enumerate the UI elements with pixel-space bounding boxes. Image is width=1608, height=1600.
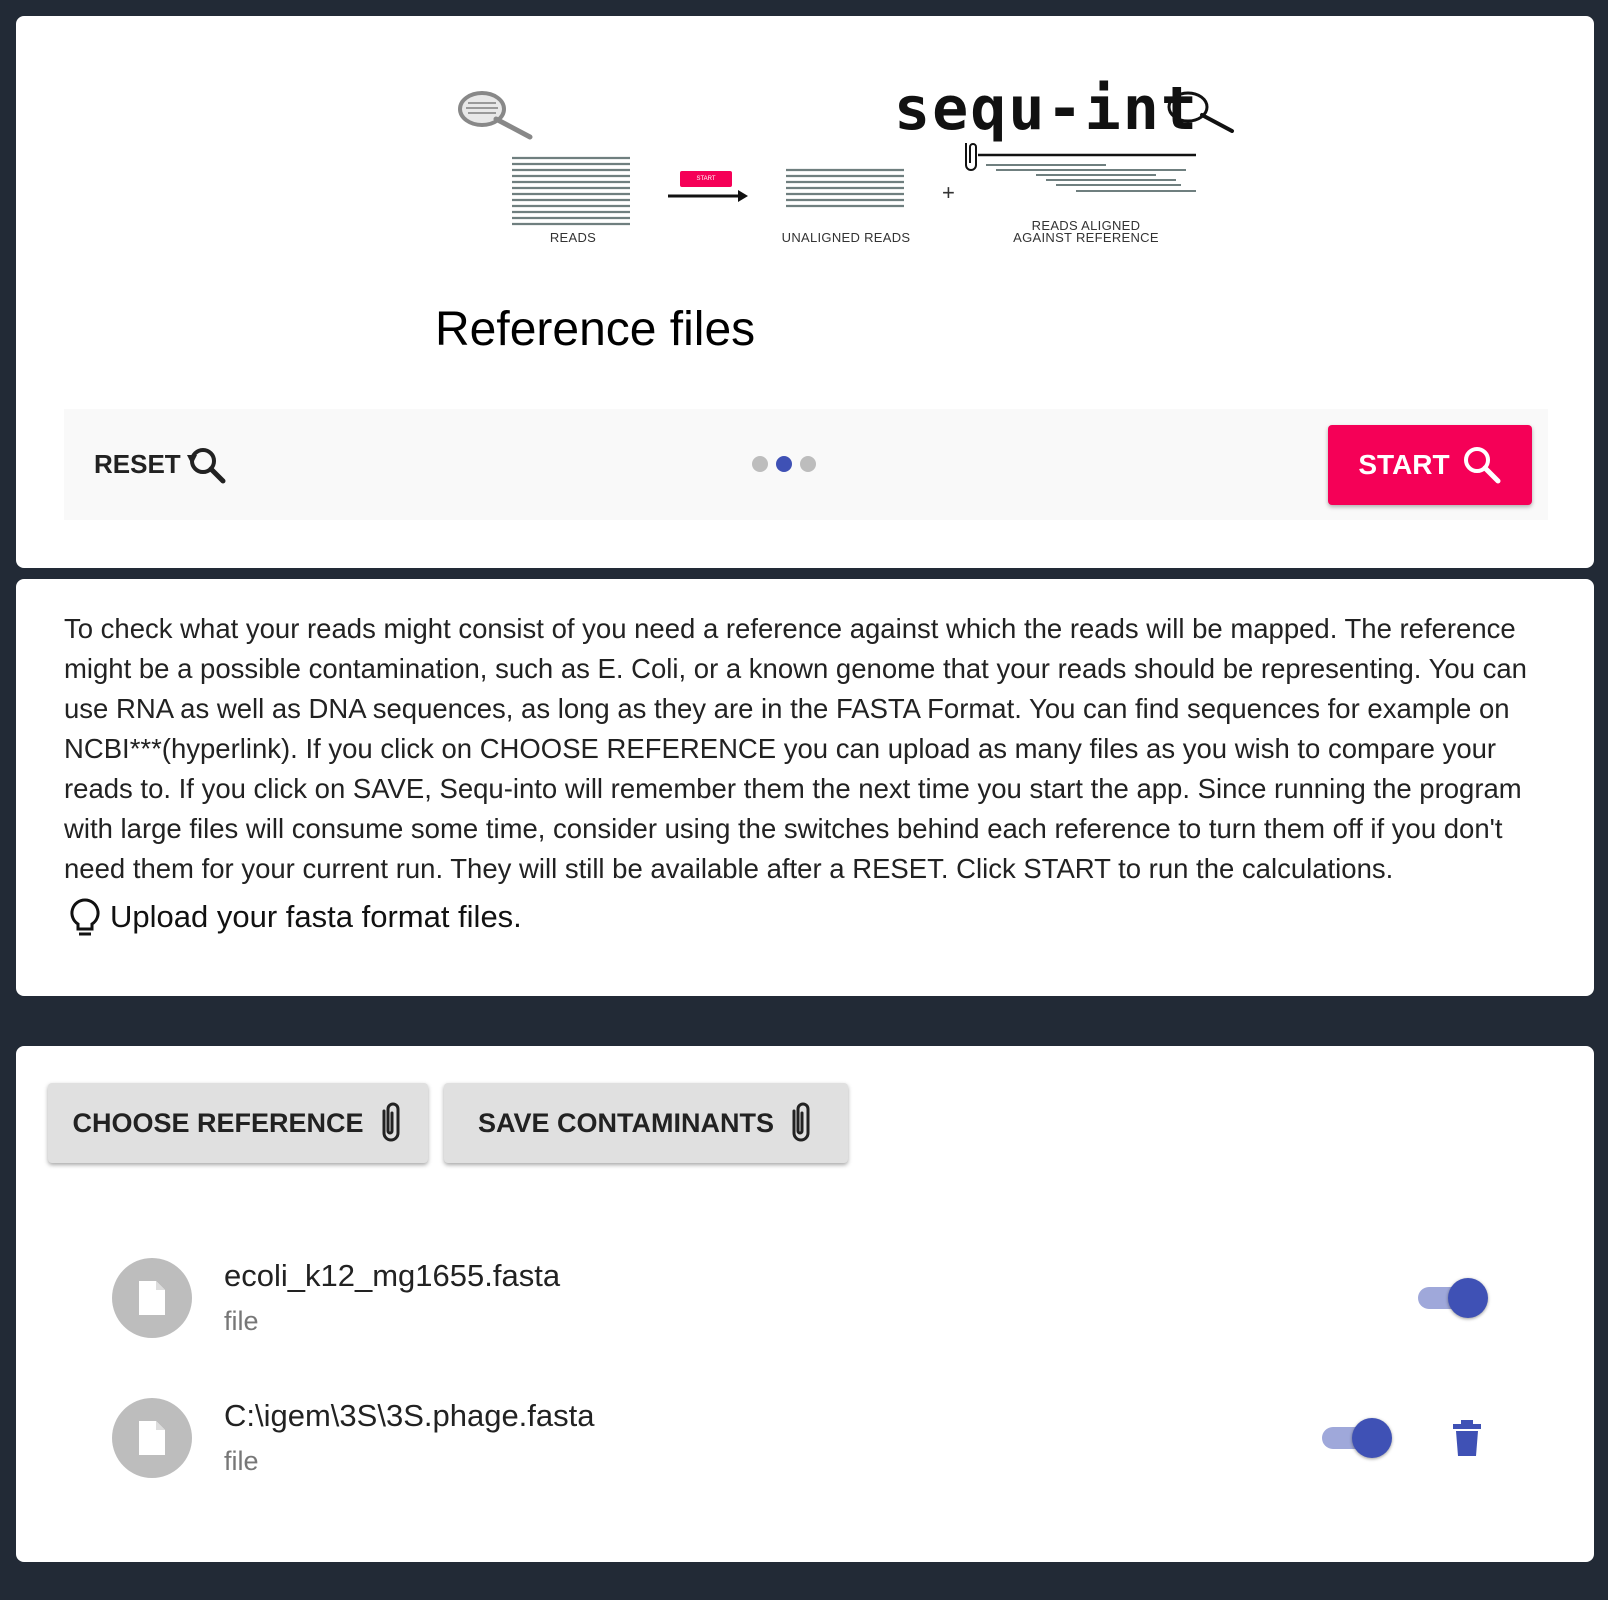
instructions-text: To check what your reads might consist o… [64, 613, 1527, 884]
file-icon [139, 1421, 165, 1455]
paperclip-icon [792, 1102, 810, 1142]
step-indicator [752, 456, 816, 472]
hint-text: Upload your fasta format files. [110, 899, 522, 934]
stepper-bar: RESET START [64, 409, 1548, 520]
save-contaminants-button[interactable]: SAVE CONTAMINANTS [444, 1083, 848, 1163]
aligned-reads-label: READS ALIGNED AGAINST REFERENCE [996, 219, 1176, 245]
file-name: ecoli_k12_mg1655.fasta [224, 1258, 561, 1293]
logo-magnifier-icon [1167, 91, 1234, 133]
file-enable-toggle[interactable] [1322, 1418, 1392, 1458]
toggle-thumb [1352, 1418, 1392, 1458]
start-label: START [1358, 449, 1450, 480]
paperclip-icon [382, 1102, 400, 1142]
plus-sign: + [942, 180, 956, 205]
sequ-into-wordmark: sequ-int [894, 74, 1199, 144]
file-avatar [112, 1258, 192, 1338]
unaligned-reads-label: UNALIGNED READS [781, 230, 911, 245]
aligned-reads-label-line2: AGAINST REFERENCE [1013, 230, 1159, 245]
header-card: READS START UNALIGNED READS + sequ-int R… [16, 16, 1594, 568]
unaligned-lines-graphic [786, 168, 904, 208]
file-type: file [224, 1306, 259, 1336]
file-list-item: C:\igem\3S\3S.phage.fasta file [112, 1398, 1512, 1498]
file-enable-toggle[interactable] [1418, 1278, 1488, 1318]
file-name: C:\igem\3S\3S.phage.fasta [224, 1398, 595, 1433]
file-icon [139, 1281, 165, 1315]
reset-label: RESET [94, 448, 181, 479]
save-contaminants-label: SAVE CONTAMINANTS [478, 1107, 774, 1138]
info-card: To check what your reads might consist o… [16, 579, 1594, 996]
search-icon [1463, 447, 1501, 484]
toggle-thumb [1448, 1278, 1488, 1318]
aligned-reads-graphic [965, 143, 1196, 192]
lightbulb-icon [70, 898, 100, 936]
sequ-into-logo: READS START UNALIGNED READS + sequ-int R… [456, 71, 1236, 261]
files-card: CHOOSE REFERENCE SAVE CONTAMINANTS ecoli… [16, 1046, 1594, 1562]
reads-lines-graphic [512, 156, 630, 226]
file-type: file [224, 1446, 259, 1476]
reads-label: READS [549, 230, 597, 245]
choose-reference-button[interactable]: CHOOSE REFERENCE [48, 1083, 428, 1163]
step-dot-active [776, 456, 792, 472]
step-dot [800, 456, 816, 472]
file-list-item: ecoli_k12_mg1655.fasta file [112, 1258, 1512, 1358]
hint: Upload your fasta format files. [68, 897, 522, 937]
start-button[interactable]: START [1328, 425, 1532, 505]
reset-button[interactable]: RESET [94, 435, 227, 493]
step-dot [752, 456, 768, 472]
arrow-icon [668, 190, 748, 202]
choose-reference-label: CHOOSE REFERENCE [72, 1107, 364, 1138]
reset-search-icon [186, 448, 226, 484]
magnifier-icon [458, 91, 533, 140]
page-title: Reference files [435, 303, 756, 356]
file-avatar [112, 1398, 192, 1478]
delete-trash-icon[interactable] [1452, 1420, 1482, 1456]
mini-start-badge: START [680, 171, 732, 187]
